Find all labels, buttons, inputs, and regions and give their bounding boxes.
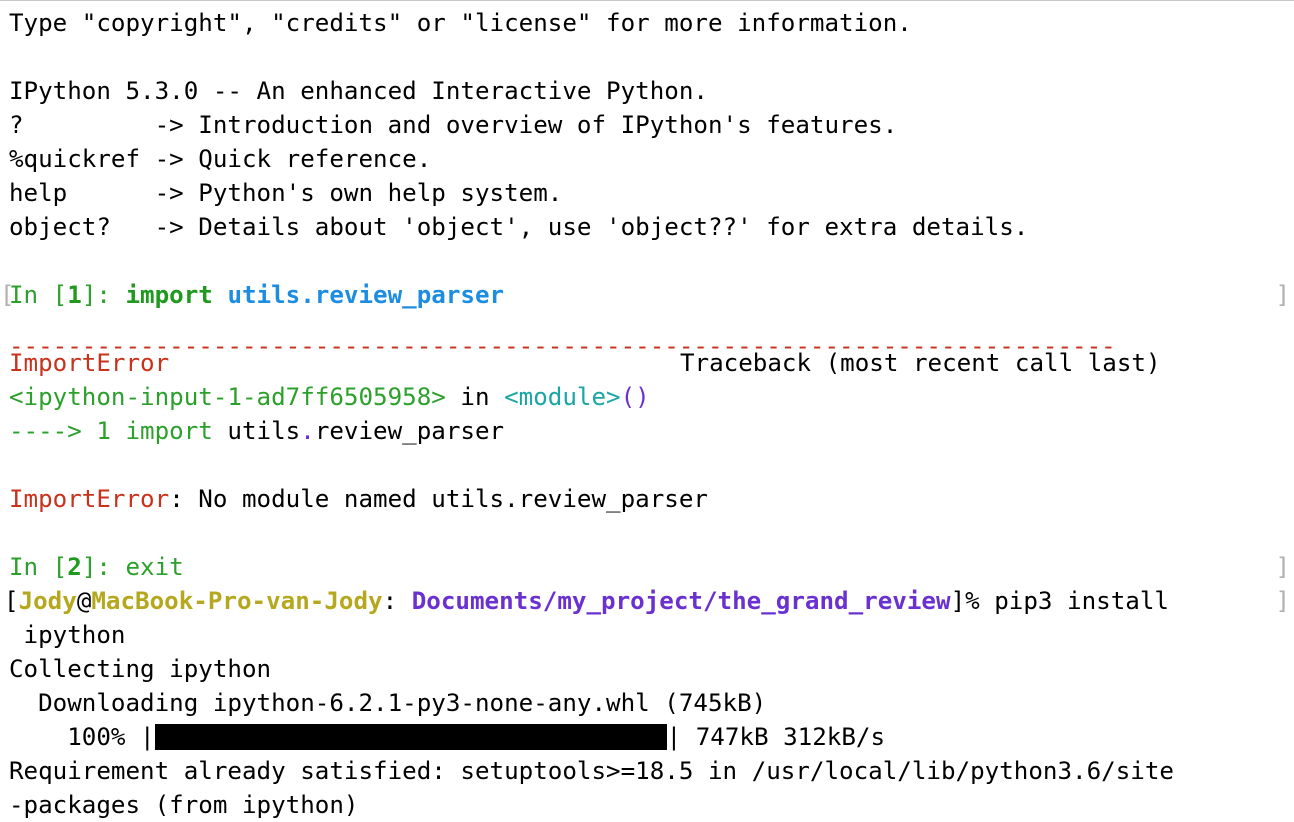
pip-downloading-line: Downloading ipython-6.2.1-py3-none-any.w…: [9, 689, 767, 717]
copyright-banner-line: Type "copyright", "credits" or "license"…: [9, 9, 912, 37]
shell-prompt-symbol: ]%: [950, 587, 995, 615]
error-message-line: ImportError: No module named utils.revie…: [9, 482, 708, 516]
import-keyword: import: [125, 281, 213, 309]
line-bracket-right: ]: [1275, 587, 1290, 615]
input-prompt-1: In [1]: import utils.review_parser: [9, 278, 504, 312]
help-line-intro: ? -> Introduction and overview of IPytho…: [9, 108, 897, 142]
help-cmd: help: [9, 179, 155, 207]
help-cmd: %quickref: [9, 145, 155, 173]
prompt-prefix: In [: [9, 281, 68, 309]
help-desc: -> Python's own help system.: [154, 179, 563, 207]
traceback-header-line: ImportError: [9, 346, 169, 380]
error-message: : No module named utils.review_parser: [169, 485, 708, 513]
help-line-help: help -> Python's own help system.: [9, 176, 562, 210]
pip-requirement-line: Requirement already satisfied: setuptool…: [9, 757, 1174, 785]
module-reference: <module>: [504, 383, 621, 411]
help-cmd: object?: [9, 213, 155, 241]
shell-path: Documents/my_project/the_grand_review: [411, 587, 951, 615]
import-module-name: utils.review_parser: [227, 281, 505, 309]
progress-percent: 100% |: [9, 723, 155, 751]
in-word: in: [445, 383, 505, 411]
shell-colon: :: [382, 587, 412, 615]
pip-requirement-wrap: -packages (from ipython): [9, 791, 359, 819]
line-bracket-right: ]: [1275, 553, 1290, 581]
shell-prompt-line: [Jody@MacBook-Pro-van-Jody: Documents/my…: [4, 584, 1169, 618]
prompt-prefix: In [: [9, 553, 68, 581]
code-dot: .: [300, 417, 315, 445]
code-module-post: review_parser: [314, 417, 505, 445]
shell-command: pip3 install: [994, 587, 1169, 615]
help-line-quickref: %quickref -> Quick reference.: [9, 142, 431, 176]
shell-user: Jody: [18, 587, 77, 615]
module-parens: (): [620, 383, 650, 411]
shell-open-bracket: [: [4, 587, 19, 615]
help-desc: -> Quick reference.: [154, 145, 432, 173]
traceback-header: Traceback (most recent call last): [680, 349, 1161, 377]
progress-bar: [154, 724, 667, 750]
shell-command-wrap: ipython: [9, 621, 126, 649]
prompt-suffix: ]:: [81, 281, 126, 309]
ipython-version-line: IPython 5.3.0 -- An enhanced Interactive…: [9, 77, 708, 105]
pip-collecting-line: Collecting ipython: [9, 655, 272, 683]
help-line-object: object? -> Details about 'object', use '…: [9, 210, 1028, 244]
traceback-location-line: <ipython-input-1-ad7ff6505958> in <modul…: [9, 380, 650, 414]
exit-command: exit: [125, 553, 184, 581]
code-module-pre: utils: [212, 417, 301, 445]
error-name: ImportError: [9, 485, 170, 513]
input-prompt-2: In [2]: exit: [9, 550, 184, 584]
prompt-number: 1: [67, 281, 82, 309]
help-desc: -> Details about 'object', use 'object??…: [154, 213, 1029, 241]
progress-suffix: | 747kB 312kB/s: [666, 723, 886, 751]
traceback-arrow: ----> 1: [9, 417, 126, 445]
pip-progress-line: 100% | | 747kB 312kB/s: [9, 720, 885, 754]
shell-at: @: [76, 587, 92, 615]
input-reference: <ipython-input-1-ad7ff6505958>: [9, 383, 446, 411]
prompt-number: 2: [67, 553, 82, 581]
code-keyword: import: [125, 417, 213, 445]
prompt-suffix: ]:: [81, 553, 126, 581]
help-desc: -> Introduction and overview of IPython'…: [154, 111, 898, 139]
error-name: ImportError: [9, 349, 170, 377]
help-cmd: ?: [9, 111, 155, 139]
shell-host: MacBook-Pro-van-Jody: [91, 587, 383, 615]
terminal-window[interactable]: Type "copyright", "credits" or "license"…: [0, 0, 1294, 820]
traceback-code-line: ----> 1 import utils.review_parser: [9, 414, 504, 448]
line-bracket-right: ]: [1275, 281, 1290, 309]
